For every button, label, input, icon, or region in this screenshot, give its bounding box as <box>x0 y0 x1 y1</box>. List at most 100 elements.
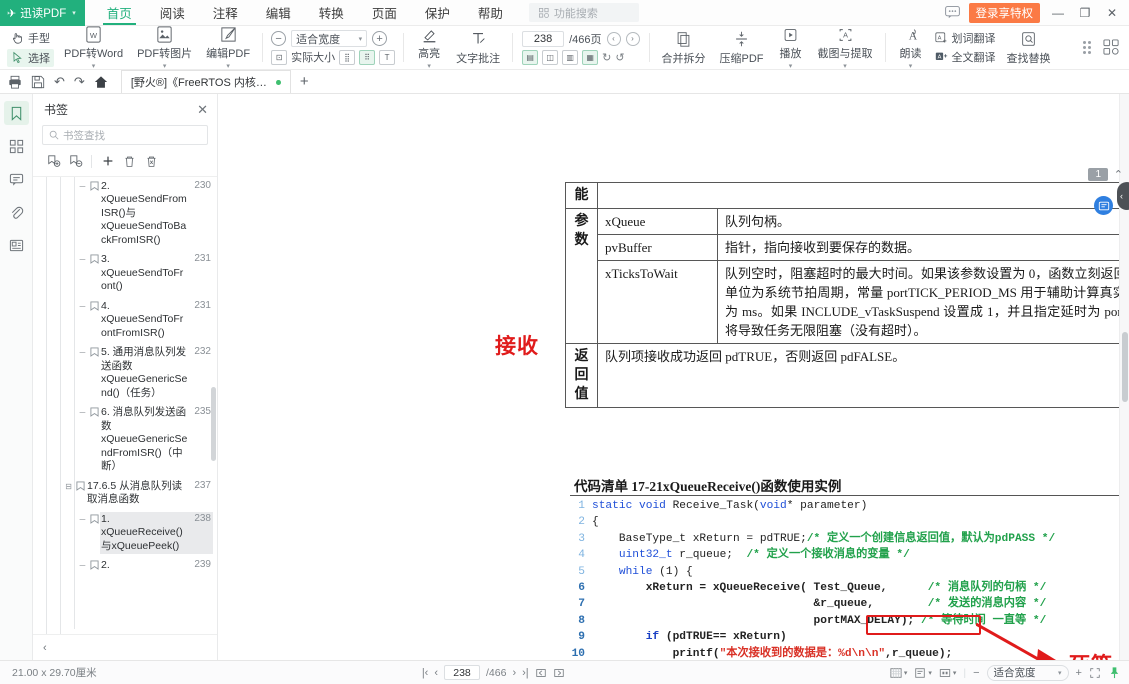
read-aloud-button[interactable]: A 朗读 <box>891 26 931 69</box>
list-item[interactable]: ─ 2. xQueueSendFromISR()与xQueueSendToBac… <box>33 177 217 250</box>
scrollbar-thumb[interactable] <box>211 387 216 462</box>
document-tab[interactable]: [野火®]《FreeRTOS 内核实现... <box>120 70 291 93</box>
word-translate-button[interactable]: A 划词翻译 <box>934 30 996 46</box>
zoom-in-button[interactable]: + <box>1076 667 1082 679</box>
sidebar-tab-thumbnails[interactable] <box>4 134 29 158</box>
two-page-view-button[interactable]: ◫ <box>542 49 559 65</box>
save-icon[interactable] <box>31 75 45 89</box>
app-logo[interactable]: ✈ 迅读PDF ▾ <box>0 0 85 26</box>
expander-icon[interactable]: ─ <box>77 515 88 524</box>
edit-pdf-button[interactable]: 编辑PDF <box>199 26 257 69</box>
select-tool-button[interactable]: 选择 <box>7 48 54 67</box>
menu-home[interactable]: 首页 <box>93 0 146 25</box>
sidebar-tab-attachments[interactable] <box>4 200 29 224</box>
next-view-button[interactable] <box>553 667 565 679</box>
delete-bookmark-icon[interactable] <box>120 152 139 170</box>
sidebar-tab-bookmarks[interactable] <box>3 101 29 125</box>
feedback-bubble-icon[interactable] <box>944 6 960 19</box>
remove-bookmark-icon[interactable] <box>66 152 85 170</box>
pdf-to-word-button[interactable]: W PDF转Word <box>57 26 130 69</box>
first-page-button[interactable]: |‹ <box>422 667 429 679</box>
login-button[interactable]: 登录享特权 <box>968 2 1040 23</box>
chevron-up-icon[interactable]: ⌃ <box>1114 168 1123 181</box>
page-layout-selector[interactable]: ▾ <box>890 667 907 679</box>
previous-view-button[interactable] <box>535 667 547 679</box>
rotate-counter-clockwise-button[interactable]: ↺ <box>615 51 624 64</box>
expander-icon[interactable]: ─ <box>77 561 88 570</box>
play-button[interactable]: 播放 <box>771 26 811 69</box>
last-page-button[interactable]: ›| <box>522 667 529 679</box>
pdf-to-image-button[interactable]: PDF转图片 <box>130 26 199 69</box>
list-item[interactable]: ─ 5. 通用消息队列发送函数xQueueGenericSend()（任务） 2… <box>33 343 217 403</box>
text-reflow-button[interactable]: T <box>379 49 396 65</box>
customize-toolbar-icon[interactable] <box>1103 39 1120 56</box>
merge-split-button[interactable]: 合并拆分 <box>655 26 713 69</box>
maximize-button[interactable]: ❐ <box>1076 6 1094 20</box>
sidebar-tab-comments[interactable] <box>4 167 29 191</box>
status-page-input[interactable]: 238 <box>444 665 481 680</box>
collapse-icon[interactable]: ⊟ <box>63 482 74 491</box>
function-search-box[interactable]: 功能搜索 <box>528 3 639 22</box>
menu-read[interactable]: 阅读 <box>146 0 199 25</box>
list-item[interactable]: ─ 1. xQueueReceive()与xQueuePeek() 238 <box>33 510 217 557</box>
collapse-panel-icon[interactable]: ‹ <box>43 642 47 654</box>
hand-tool-button[interactable]: 手型 <box>7 29 54 47</box>
print-icon[interactable] <box>8 75 22 89</box>
new-bookmark-icon[interactable] <box>98 152 117 170</box>
find-replace-button[interactable]: 查找替换 <box>1000 26 1058 69</box>
zoom-out-button[interactable]: − <box>271 31 287 46</box>
rotate-clockwise-button[interactable]: ↻ <box>602 51 611 64</box>
fit-page-button[interactable]: ⣿ <box>339 49 356 65</box>
menu-help[interactable]: 帮助 <box>464 0 517 25</box>
expand-right-panel-tab[interactable]: ‹ <box>1117 182 1129 210</box>
menu-protect[interactable]: 保护 <box>411 0 464 25</box>
undo-icon[interactable]: ↶ <box>54 74 65 90</box>
redo-icon[interactable]: ↷ <box>74 74 85 90</box>
highlight-button[interactable]: 高亮 <box>409 26 449 69</box>
bookmark-search-input[interactable]: 书签查找 <box>42 125 208 145</box>
bookmark-list[interactable]: xQueueSendToBack() ─ 2. xQueueSendFromIS… <box>33 177 217 634</box>
screenshot-extract-button[interactable]: A 截图与提取 <box>811 26 880 69</box>
expander-icon[interactable]: ─ <box>77 255 88 264</box>
zoom-in-button[interactable]: + <box>372 31 388 46</box>
document-viewport[interactable]: 接收 能 参 数 xQueue 队列句柄。 pvBuffer 指针，指向接收到要… <box>218 94 1129 660</box>
previous-page-button[interactable]: ‹ <box>434 667 438 679</box>
close-button[interactable]: ✕ <box>1103 6 1121 20</box>
menu-edit[interactable]: 编辑 <box>252 0 305 25</box>
scrollbar-thumb[interactable] <box>1122 331 1128 402</box>
full-translate-button[interactable]: A 全文翻译 <box>935 49 996 65</box>
new-tab-button[interactable]: + <box>300 73 309 90</box>
pin-button[interactable] <box>1108 666 1121 679</box>
delete-all-bookmarks-icon[interactable] <box>142 152 161 170</box>
expander-icon[interactable]: ─ <box>77 408 88 417</box>
list-item[interactable]: ─ 4. xQueueSendToFrontFromISR() 231 <box>33 297 217 344</box>
previous-page-button[interactable]: ‹ <box>606 31 621 46</box>
status-zoom-select[interactable]: 适合宽度 ▾ <box>986 664 1069 681</box>
single-page-layout-button[interactable]: ▾ <box>914 667 932 679</box>
fit-width-button[interactable]: ⠿ <box>359 49 376 65</box>
sidebar-tab-layers[interactable] <box>4 233 29 257</box>
zoom-out-button[interactable]: − <box>973 667 979 679</box>
list-item[interactable]: ─ 2. 239 <box>33 556 217 576</box>
continuous-view-button[interactable]: ▦ <box>582 49 599 65</box>
next-page-button[interactable]: › <box>625 31 640 46</box>
page-number-input[interactable]: 238 <box>522 30 565 47</box>
expander-icon[interactable]: ─ <box>77 348 88 357</box>
menu-convert[interactable]: 转换 <box>305 0 358 25</box>
menu-page[interactable]: 页面 <box>358 0 411 25</box>
home-icon[interactable] <box>94 75 108 89</box>
list-item[interactable]: ─ 3. xQueueSendToFront() 231 <box>33 250 217 297</box>
ai-assistant-icon[interactable] <box>1094 196 1113 215</box>
single-page-view-button[interactable]: ▤ <box>522 49 539 65</box>
fullscreen-button[interactable] <box>1089 667 1101 679</box>
zoom-level-select[interactable]: 适合宽度 ▾ <box>291 30 368 47</box>
list-item[interactable]: ─ 6. 消息队列发送函数xQueueGenericSendFromISR()（… <box>33 403 217 477</box>
bookmark-scrollbar[interactable] <box>210 177 217 634</box>
actual-size-icon[interactable]: ⊡ <box>271 49 288 65</box>
list-item[interactable]: ⊟ 17.6.5 从消息队列读取消息函数 237 <box>33 477 217 510</box>
close-panel-icon[interactable]: ✕ <box>197 102 208 118</box>
add-bookmark-icon[interactable] <box>44 152 63 170</box>
book-view-button[interactable]: ▥ <box>562 49 579 65</box>
minimize-button[interactable]: — <box>1049 6 1067 20</box>
two-page-layout-button[interactable]: ▾ <box>939 667 956 679</box>
